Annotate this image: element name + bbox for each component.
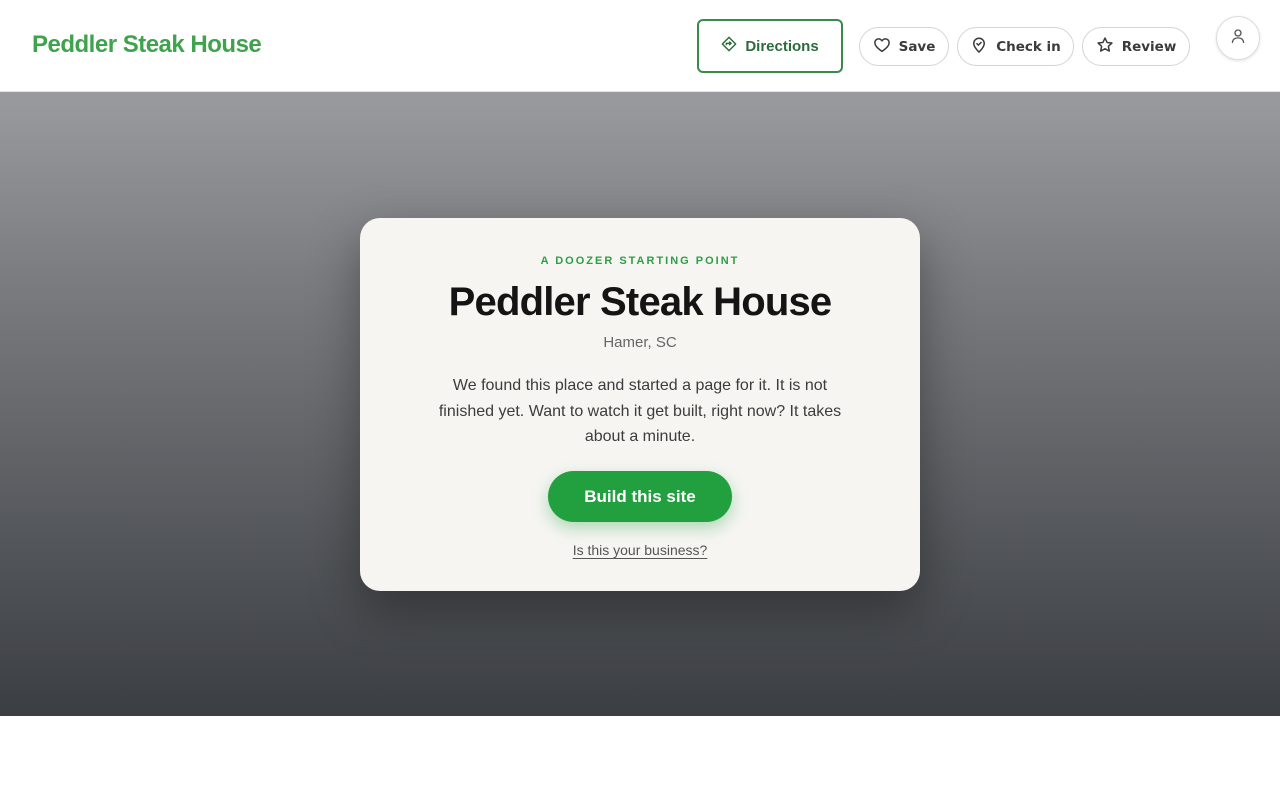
starting-point-card: A DOOZER STARTING POINT Peddler Steak Ho… xyxy=(360,218,920,591)
claim-business-link[interactable]: Is this your business? xyxy=(573,542,708,558)
check-in-button[interactable]: Check in xyxy=(957,27,1074,66)
save-label: Save xyxy=(898,38,936,55)
business-title: Peddler Steak House xyxy=(448,280,833,324)
directions-label: Directions xyxy=(745,37,819,55)
card-description: We found this place and started a page f… xyxy=(438,377,842,445)
top-bar: Peddler Steak House Directions Save Chec… xyxy=(0,0,1280,92)
star-icon xyxy=(1096,36,1114,58)
user-icon xyxy=(1229,27,1247,50)
card-eyebrow: A DOOZER STARTING POINT xyxy=(540,255,740,267)
review-button[interactable]: Review xyxy=(1082,27,1190,66)
account-button[interactable] xyxy=(1216,16,1260,60)
claim-business-row: Is this your business? xyxy=(360,542,920,558)
directions-icon xyxy=(721,36,737,56)
build-site-button[interactable]: Build this site xyxy=(548,471,732,522)
map-pin-icon xyxy=(970,36,988,58)
check-in-label: Check in xyxy=(996,38,1061,55)
business-location: Hamer, SC xyxy=(603,334,677,351)
save-button[interactable]: Save xyxy=(859,27,949,66)
heart-icon xyxy=(873,36,891,58)
directions-button[interactable]: Directions xyxy=(697,19,843,73)
brand-name[interactable]: Peddler Steak House xyxy=(32,31,262,59)
review-label: Review xyxy=(1121,38,1177,55)
